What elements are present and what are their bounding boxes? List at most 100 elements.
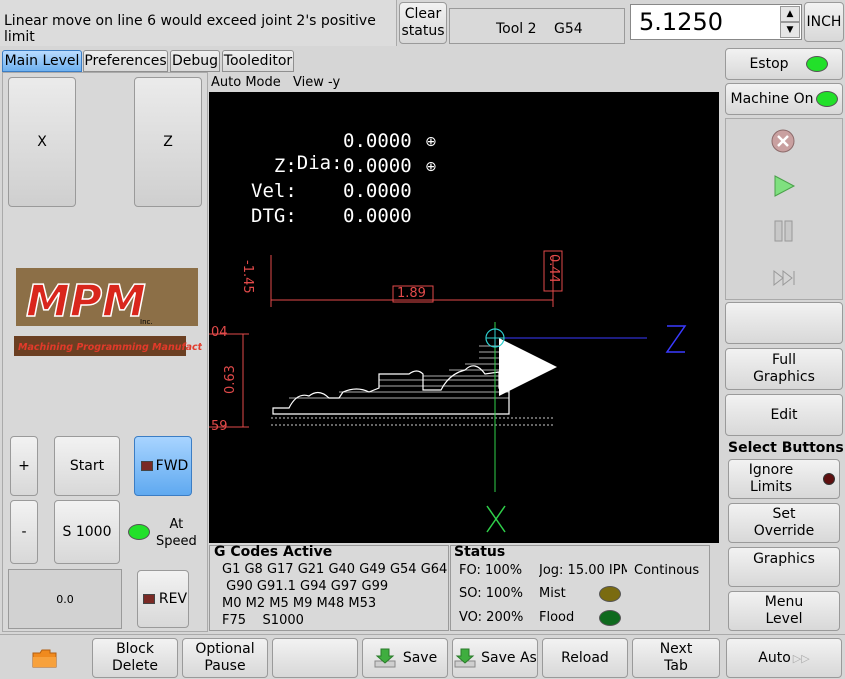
spindle-speed-button[interactable]: S 1000: [54, 500, 120, 564]
tool-info: Tool 2 G54: [449, 8, 625, 44]
spin-up-button[interactable]: ▲: [780, 6, 800, 22]
ignore-limits-button[interactable]: Ignore Limits: [728, 459, 840, 499]
estop-led: [806, 56, 828, 72]
mist-led: [599, 586, 621, 602]
status-panel: Status FO: 100% SO: 100% VO: 200% Jog: 1…: [450, 544, 710, 631]
dim-top-label: 04: [211, 325, 228, 340]
at-speed-led: [128, 524, 150, 540]
dim-right-label: 0.44: [546, 254, 561, 283]
auto-button[interactable]: Auto ▷▷: [726, 638, 842, 678]
abort-button[interactable]: [770, 128, 796, 154]
logo-text: MPM: [26, 276, 146, 327]
pause-button[interactable]: [772, 219, 796, 243]
set-override-button[interactable]: Set Override: [728, 503, 840, 543]
spin-down-button[interactable]: ▼: [780, 22, 800, 38]
logo-tagline: Machining Programming Manufacturing: [18, 342, 202, 353]
dro-vel-value: 0.0000: [343, 180, 412, 202]
status-message-bar: Linear move on line 6 would exceed joint…: [0, 0, 397, 46]
optional-pause-button[interactable]: Optional Pause: [182, 638, 268, 678]
dim-height-label: 0.63: [223, 365, 238, 394]
gcodes-line-1: G1 G8 G17 G21 G40 G49 G54 G64: [222, 562, 448, 577]
logo-inc: Inc.: [140, 318, 153, 326]
dim-left-label: -1.45: [240, 260, 255, 294]
dro-dia-value: 0.0000: [343, 130, 412, 152]
save-icon: [374, 648, 396, 668]
velocity-override: VO: 200%: [459, 610, 524, 625]
clear-status-button[interactable]: Clear status: [399, 2, 447, 44]
dim-bottom-label: 59: [211, 419, 228, 434]
spin-value[interactable]: 5.1250: [639, 8, 723, 36]
save-button[interactable]: Save: [362, 638, 448, 678]
spindle-fwd-button[interactable]: FWD: [134, 436, 192, 496]
units-button[interactable]: INCH: [804, 2, 844, 42]
decrease-button[interactable]: -: [10, 500, 38, 564]
save-as-icon: [454, 648, 476, 668]
rev-led: [143, 594, 155, 604]
fast-forward-icon: ▷▷: [792, 651, 810, 665]
save-as-button[interactable]: Save As: [452, 638, 538, 678]
flood-label: Flood: [539, 610, 575, 625]
stop-icon: [771, 129, 795, 153]
offset-label: G54: [554, 21, 583, 37]
status-message: Linear move on line 6 would exceed joint…: [4, 13, 376, 45]
value-spinbox[interactable]: 5.1250 ▲ ▼: [630, 4, 802, 40]
ignore-limits-led: [823, 473, 835, 485]
tab-main-level[interactable]: Main Level: [2, 50, 82, 72]
estop-button[interactable]: Estop: [725, 48, 843, 80]
mpm-logo: MPM Inc. Machining Programming Manufactu…: [12, 262, 231, 362]
spindle-rev-button[interactable]: REV: [137, 570, 189, 628]
dro-vel: Vel:: [251, 180, 297, 202]
dro-dtg-value: 0.0000: [343, 205, 412, 227]
gcodes-title: G Codes Active: [214, 544, 333, 560]
menu-level-button[interactable]: Menu Level: [728, 591, 840, 631]
open-file-button[interactable]: [30, 645, 60, 671]
dro-z-value: 0.0000: [343, 155, 412, 177]
next-tab-button[interactable]: Next Tab: [632, 638, 720, 678]
jog-x-button[interactable]: X: [8, 77, 76, 207]
tool-label: Tool 2: [496, 21, 537, 37]
at-speed-label: At Speed: [156, 517, 197, 549]
machine-on-button[interactable]: Machine On: [725, 83, 843, 115]
spindle-override: SO: 100%: [459, 586, 523, 601]
reload-button[interactable]: Reload: [542, 638, 628, 678]
mist-label: Mist: [539, 586, 566, 601]
machine-on-led: [816, 91, 838, 107]
step-icon: [773, 269, 795, 287]
pause-icon: [774, 220, 793, 242]
graphics-button[interactable]: Graphics: [728, 547, 840, 587]
block-delete-button[interactable]: Block Delete: [92, 638, 178, 678]
jog-mode: Continous: [634, 563, 700, 578]
dro-z: Z:: [251, 155, 297, 177]
blank-bottom-button[interactable]: [272, 638, 358, 678]
select-buttons-label: Select Buttons: [728, 440, 844, 456]
gcodes-line-2: G90 G91.1 G94 G97 G99: [222, 579, 389, 594]
jog-rate: Jog: 15.00 IPM: [539, 563, 627, 578]
play-icon: [774, 175, 796, 197]
blank-right-button[interactable]: [725, 302, 843, 344]
step-button[interactable]: [772, 266, 796, 290]
flood-led: [599, 610, 621, 626]
graphics-view: View -y: [293, 75, 341, 90]
gcodes-panel: G Codes Active G1 G8 G17 G21 G40 G49 G54…: [209, 544, 449, 631]
spindle-start-button[interactable]: Start: [54, 436, 120, 496]
dro-dia-marker-icon: ⊕: [425, 134, 437, 150]
graphics-mode: Auto Mode: [211, 75, 281, 90]
spindle-rpm-display: 0.0: [8, 569, 122, 629]
dro-dtg: DTG:: [251, 205, 297, 227]
tab-tooleditor[interactable]: Tooleditor: [222, 50, 294, 72]
folder-icon: [32, 649, 57, 668]
fwd-led: [141, 461, 153, 471]
toolpath-preview[interactable]: Dia: 0.0000 ⊕ Z: 0.0000 ⊕ Vel: 0.0000 DT…: [209, 92, 719, 543]
edit-button[interactable]: Edit: [725, 394, 843, 436]
jog-z-button[interactable]: Z: [134, 77, 202, 207]
status-title: Status: [454, 544, 506, 560]
tab-debug[interactable]: Debug: [170, 50, 220, 72]
increase-button[interactable]: +: [10, 436, 38, 496]
tab-preferences[interactable]: Preferences: [83, 50, 168, 72]
run-button[interactable]: [772, 174, 796, 198]
full-graphics-button[interactable]: Full Graphics: [725, 348, 843, 390]
gcodes-line-4: F75 S1000: [222, 613, 304, 628]
dim-width-label: 1.89: [397, 286, 426, 301]
feed-override: FO: 100%: [459, 563, 523, 578]
dro-z-marker-icon: ⊕: [425, 159, 437, 175]
